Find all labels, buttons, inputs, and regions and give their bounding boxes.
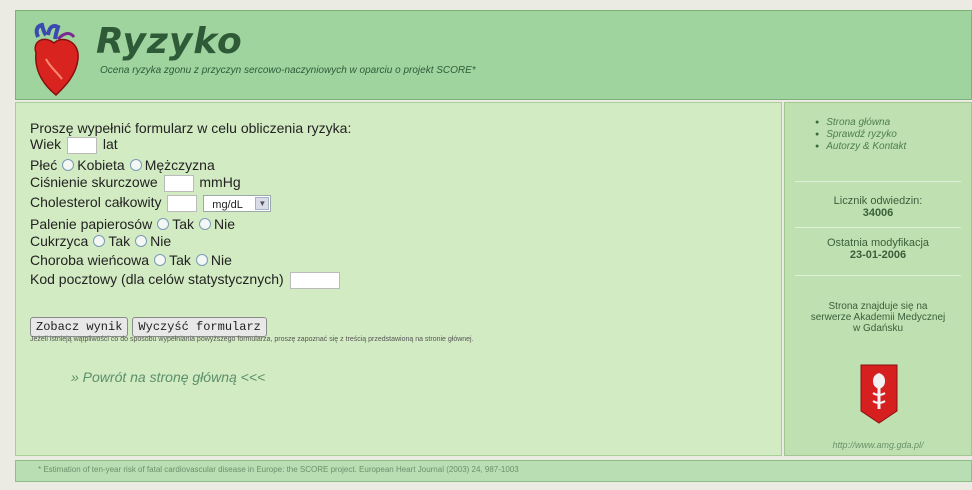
chd-no-radio[interactable] bbox=[195, 254, 208, 267]
bp-row: Ciśnienie skurczowe mmHg bbox=[30, 174, 241, 192]
bp-input[interactable] bbox=[163, 174, 194, 192]
risk-form: Proszę wypełnić formularz w celu oblicze… bbox=[15, 102, 782, 456]
chd-label: Choroba wieńcowa bbox=[30, 252, 150, 268]
chd-yes-radio[interactable] bbox=[154, 254, 167, 267]
sex-male-radio[interactable] bbox=[129, 159, 142, 172]
smoking-no-radio[interactable] bbox=[199, 218, 211, 231]
host-note-line-1: Strona znajduje się na bbox=[828, 301, 928, 312]
host-note-line-3: w Gdańsku bbox=[852, 323, 904, 334]
age-label: Wiek bbox=[30, 136, 62, 152]
counter-label: Licznik odwiedzin: bbox=[833, 195, 923, 207]
host-note: Strona znajduje się na serwerze Akademii… bbox=[785, 301, 971, 334]
sex-label: Płeć bbox=[30, 157, 58, 173]
chol-unit-value: mg/dL bbox=[212, 198, 243, 211]
amg-crest-icon[interactable] bbox=[859, 361, 899, 425]
bp-unit: mmHg bbox=[199, 174, 241, 190]
diabetes-yes-radio[interactable] bbox=[93, 235, 106, 248]
visit-counter: Licznik odwiedzin: 34006 bbox=[785, 195, 971, 219]
chd-yes-label: Tak bbox=[169, 252, 191, 268]
smoking-yes-radio[interactable] bbox=[157, 218, 170, 231]
submit-button[interactable]: Zobacz wynik bbox=[30, 317, 129, 337]
smoking-row: Palenie papierosów Tak Nie bbox=[30, 216, 235, 232]
modified-label: Ostatnia modyfikacja bbox=[826, 237, 930, 249]
sidebar-nav: Strona główna Sprawdź ryzyko Autorzy & K… bbox=[815, 117, 906, 153]
diabetes-yes-label: Tak bbox=[108, 233, 131, 249]
footer-citation: * Estimation of ten-year risk of fatal c… bbox=[15, 460, 972, 482]
chd-no-label: Nie bbox=[210, 252, 232, 268]
diabetes-row: Cukrzyca Tak Nie bbox=[30, 233, 171, 249]
chol-row: Cholesterol całkowity mg/dL ▼ bbox=[30, 194, 272, 212]
sidebar-divider bbox=[795, 227, 961, 228]
sidebar-item-check-risk[interactable]: Sprawdź ryzyko bbox=[815, 129, 906, 141]
heart-icon bbox=[34, 22, 79, 97]
form-buttons: Zobacz wynik Wyczyść formularz bbox=[30, 317, 271, 337]
site-subtitle: Ocena ryzyka zgonu z przyczyn sercowo-na… bbox=[100, 65, 476, 76]
site-title: Ryzyko bbox=[96, 21, 243, 62]
sex-female-radio[interactable] bbox=[62, 159, 75, 172]
help-note: Jeżeli istnieją wątpliwości co do sposob… bbox=[30, 336, 474, 343]
postal-row: Kod pocztowy (dla celów statystycznych) bbox=[30, 271, 342, 289]
clear-button[interactable]: Wyczyść formularz bbox=[132, 317, 267, 337]
smoking-yes-label: Tak bbox=[172, 216, 194, 232]
host-url[interactable]: http://www.amg.gda.pl/ bbox=[785, 440, 971, 450]
site-header: Ryzyko Ocena ryzyka zgonu z przyczyn ser… bbox=[15, 10, 972, 100]
diabetes-label: Cukrzyca bbox=[30, 233, 89, 249]
chol-label: Cholesterol całkowity bbox=[30, 194, 162, 210]
bp-label: Ciśnienie skurczowe bbox=[30, 174, 158, 190]
chol-unit-select[interactable]: mg/dL ▼ bbox=[203, 194, 272, 212]
sidebar-item-authors[interactable]: Autorzy & Kontakt bbox=[815, 141, 906, 153]
chd-row: Choroba wieńcowa Tak Nie bbox=[30, 252, 232, 268]
sidebar-divider bbox=[795, 275, 961, 276]
sex-row: Płeć Kobieta Mężczyzna bbox=[30, 157, 215, 173]
last-modified: Ostatnia modyfikacja 23-01-2006 bbox=[785, 237, 971, 261]
sidebar: Strona główna Sprawdź ryzyko Autorzy & K… bbox=[784, 102, 972, 456]
diabetes-no-radio[interactable] bbox=[135, 235, 148, 248]
chol-input[interactable] bbox=[167, 194, 198, 212]
sex-female-label: Kobieta bbox=[77, 157, 125, 173]
form-intro: Proszę wypełnić formularz w celu oblicze… bbox=[30, 120, 352, 136]
sidebar-item-home[interactable]: Strona główna bbox=[815, 117, 906, 129]
age-unit: lat bbox=[102, 136, 118, 152]
smoking-label: Palenie papierosów bbox=[30, 216, 153, 232]
age-input[interactable] bbox=[67, 136, 98, 154]
back-link[interactable]: » Powrót na stronę główną <<< bbox=[71, 369, 265, 385]
postal-label: Kod pocztowy (dla celów statystycznych) bbox=[30, 271, 284, 287]
host-note-line-2: serwerze Akademii Medycznej bbox=[810, 312, 946, 323]
chevron-down-icon[interactable]: ▼ bbox=[255, 196, 270, 210]
sidebar-divider bbox=[795, 181, 961, 182]
postal-input[interactable] bbox=[289, 271, 340, 289]
age-row: Wiek lat bbox=[30, 136, 118, 154]
counter-value: 34006 bbox=[862, 207, 894, 219]
sex-male-label: Mężczyzna bbox=[144, 157, 215, 173]
modified-value: 23-01-2006 bbox=[849, 249, 907, 261]
diabetes-no-label: Nie bbox=[150, 233, 172, 249]
smoking-no-label: Nie bbox=[214, 216, 236, 232]
